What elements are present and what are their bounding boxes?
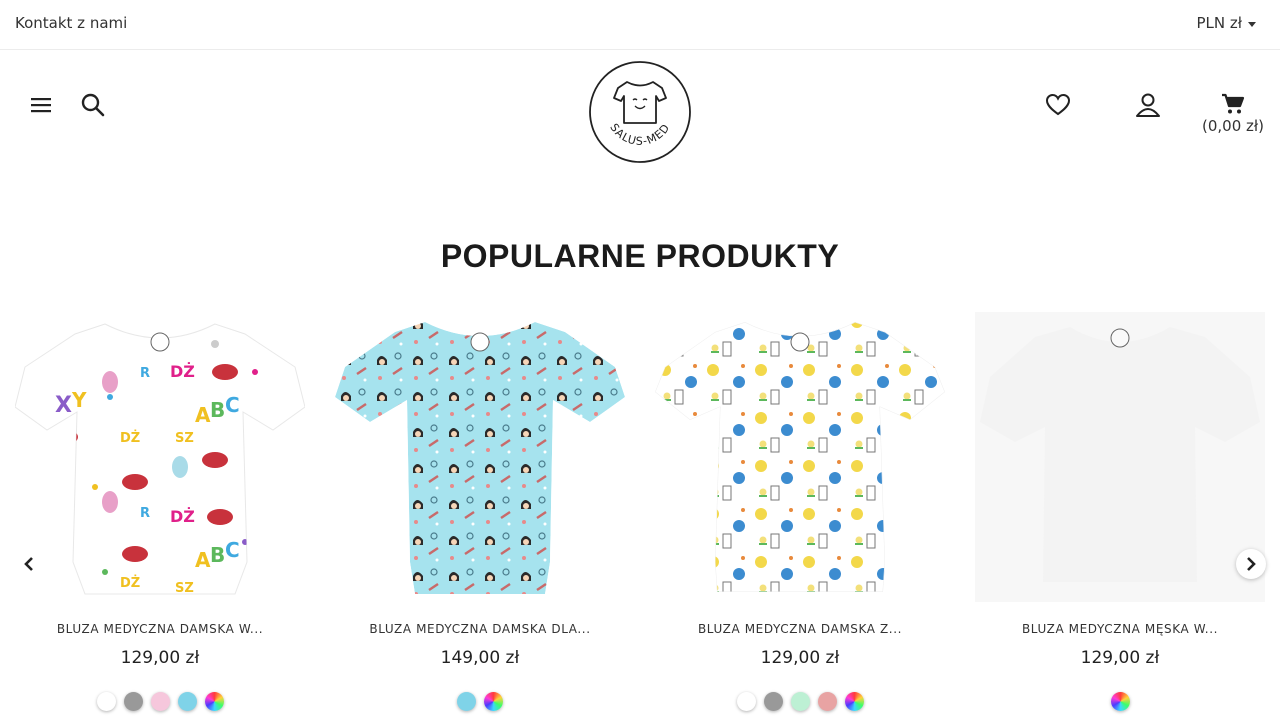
currency-label: PLN zł: [1196, 14, 1242, 32]
svg-text:X: X: [55, 393, 72, 418]
cart-total: (0,00 zł): [1201, 117, 1264, 135]
section-title: POPULARNE PRODUKTY: [440, 238, 840, 274]
product-card[interactable]: BLUZA MEDYCZNA DAMSKA DLA... 149,00 zł: [335, 312, 625, 720]
svg-text:R: R: [140, 366, 150, 381]
swatch-grey[interactable]: [763, 692, 783, 711]
color-swatches: [655, 692, 945, 711]
color-swatches: [15, 692, 305, 711]
product-price: 129,00 zł: [120, 648, 200, 668]
cart-icon: [1222, 93, 1245, 114]
swatch-blue[interactable]: [457, 692, 476, 711]
svg-text:C: C: [225, 538, 240, 562]
svg-text:A: A: [195, 548, 211, 572]
color-swatches: [975, 692, 1265, 711]
swatch-grey[interactable]: [123, 692, 143, 711]
svg-text:DŻ: DŻ: [170, 507, 195, 526]
chevron-left-icon: [24, 557, 33, 571]
contact-link[interactable]: Kontakt z nami: [15, 14, 127, 32]
product-card[interactable]: BLUZA MEDYCZNA MĘSKA W... 129,00 zł: [975, 312, 1265, 720]
product-name[interactable]: BLUZA MEDYCZNA MĘSKA W...: [975, 622, 1265, 636]
svg-text:SZ: SZ: [175, 431, 194, 446]
swatch-multicolor[interactable]: [204, 692, 224, 711]
product-image[interactable]: X Y A B C DŻ R DŻ SZ DŻ R A B C DŻ SZ: [15, 312, 305, 602]
hamburger-icon: [31, 98, 51, 113]
site-logo[interactable]: SALUS-MED: [587, 59, 693, 165]
menu-button[interactable]: [26, 92, 56, 118]
currency-selector[interactable]: PLN zł: [1196, 14, 1256, 32]
chevron-right-icon: [1247, 557, 1256, 571]
carousel-prev-button[interactable]: [14, 549, 44, 579]
svg-text:B: B: [210, 398, 225, 422]
product-card[interactable]: BLUZA MEDYCZNA DAMSKA Z... 129,00 zł: [655, 312, 945, 720]
svg-text:C: C: [225, 393, 240, 417]
product-name[interactable]: BLUZA MEDYCZNA DAMSKA W...: [15, 622, 305, 636]
cart-button[interactable]: (0,00 zł): [1196, 92, 1270, 144]
swatch-blue[interactable]: [177, 692, 197, 711]
svg-text:SZ: SZ: [175, 581, 194, 596]
top-bar: Kontakt z nami PLN zł: [0, 0, 1280, 50]
site-header: SALUS-MED (0,00 zł): [0, 50, 1280, 180]
chevron-down-icon: [1248, 21, 1256, 27]
svg-text:A: A: [195, 403, 211, 427]
swatch-multicolor[interactable]: [484, 692, 503, 711]
product-card[interactable]: X Y A B C DŻ R DŻ SZ DŻ R A B C DŻ SZ BL…: [15, 312, 305, 720]
product-price: 129,00 zł: [1080, 648, 1160, 668]
heart-icon: [1045, 93, 1071, 116]
product-name[interactable]: BLUZA MEDYCZNA DAMSKA DLA...: [335, 622, 625, 636]
account-button[interactable]: [1133, 90, 1163, 120]
swatch-mint[interactable]: [790, 692, 810, 711]
swatch-white[interactable]: [96, 692, 116, 711]
product-price: 129,00 zł: [760, 648, 840, 668]
svg-text:Y: Y: [71, 388, 87, 412]
search-button[interactable]: [78, 90, 108, 120]
svg-text:R: R: [140, 506, 150, 521]
svg-text:DŻ: DŻ: [120, 430, 140, 446]
product-image[interactable]: [335, 312, 625, 602]
swatch-pink[interactable]: [150, 692, 170, 711]
product-price: 149,00 zł: [440, 648, 520, 668]
swatch-white[interactable]: [736, 692, 756, 711]
svg-text:DŻ: DŻ: [120, 575, 140, 591]
swatch-coral[interactable]: [817, 692, 837, 711]
svg-text:B: B: [210, 543, 225, 567]
user-icon: [1136, 93, 1160, 117]
search-icon: [81, 93, 105, 117]
carousel-next-button[interactable]: [1236, 549, 1266, 579]
swatch-multicolor[interactable]: [1110, 692, 1130, 711]
wishlist-button[interactable]: [1043, 91, 1073, 119]
product-image[interactable]: [655, 312, 945, 602]
product-carousel: X Y A B C DŻ R DŻ SZ DŻ R A B C DŻ SZ BL…: [0, 312, 1280, 720]
product-image[interactable]: [975, 312, 1265, 602]
svg-text:DŻ: DŻ: [170, 362, 195, 381]
swatch-multicolor[interactable]: [844, 692, 864, 711]
color-swatches: [335, 692, 625, 711]
product-name[interactable]: BLUZA MEDYCZNA DAMSKA Z...: [655, 622, 945, 636]
